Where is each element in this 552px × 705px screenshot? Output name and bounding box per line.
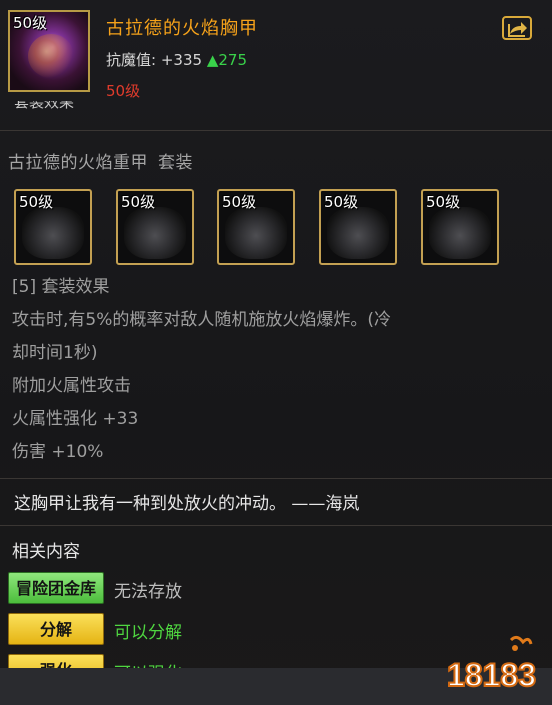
stat-value: +335 (160, 51, 203, 69)
boots-icon (429, 207, 491, 259)
item-tooltip: 50级 古拉德的火焰胸甲 抗魔值: +335 ▲275 50级 套装效果 古拉德… (0, 0, 552, 705)
stat-up-value: 275 (218, 51, 248, 69)
set-title: 古拉德的火焰重甲 套装 (8, 148, 193, 173)
disassemble-status: 可以分解 (114, 623, 182, 643)
partial-set-title: 套装效果 (14, 101, 75, 111)
item-icon[interactable]: 50级 (8, 10, 90, 92)
set-suffix: 套装 (158, 153, 193, 173)
vault-tag: 冒险团金库 (8, 572, 104, 604)
vault-status: 无法存放 (114, 582, 182, 602)
stat-label: 抗魔值: (106, 51, 157, 69)
set-effect-line: 伤害 +10% (12, 442, 104, 462)
export-button[interactable] (502, 16, 532, 40)
divider (0, 130, 552, 131)
set-piece-level: 50级 (222, 193, 257, 211)
set-piece-level: 50级 (19, 193, 54, 211)
divider (0, 525, 552, 526)
set-piece-level: 50级 (121, 193, 156, 211)
set-effect-line: 却时间1秒) (12, 343, 98, 363)
helmet-icon (22, 207, 84, 259)
set-effect-line: 火属性强化 +33 (12, 409, 139, 429)
related-title: 相关内容 (12, 542, 80, 562)
belt-icon (327, 207, 389, 259)
set-name: 古拉德的火焰重甲 (8, 153, 148, 173)
set-effect-line: 附加火属性攻击 (12, 376, 131, 396)
share-arrow-icon (508, 22, 527, 37)
set-piece-boots[interactable]: 50级 (421, 189, 499, 265)
up-arrow-icon: ▲ (206, 51, 219, 69)
set-piece-level: 50级 (324, 193, 359, 211)
stat-line: 抗魔值: +335 ▲275 (106, 49, 247, 70)
armor-icon (124, 207, 186, 259)
watermark-text: 18183 (447, 657, 536, 693)
required-level: 50级 (106, 82, 141, 100)
item-name: 古拉德的火焰胸甲 (106, 18, 258, 39)
site-logo: 18183 (446, 635, 537, 694)
gauntlet-icon (225, 207, 287, 259)
set-effect-line: 攻击时,有5%的概率对敌人随机施放火焰爆炸。(冷 (12, 310, 392, 330)
divider (0, 478, 552, 479)
set-effects: [5] 套装效果 攻击时,有5%的概率对敌人随机施放火焰爆炸。(冷 却时间1秒)… (12, 271, 532, 469)
flavor-text: 这胸甲让我有一种到处放火的冲动。 ——海岚 (14, 494, 360, 514)
disassemble-tag: 分解 (8, 613, 104, 645)
set-piece-level: 50级 (426, 193, 461, 211)
set-piece-gauntlet[interactable]: 50级 (217, 189, 295, 265)
set-piece-armor[interactable]: 50级 (116, 189, 194, 265)
set-piece-belt[interactable]: 50级 (319, 189, 397, 265)
set-effect-line: [5] 套装效果 (12, 277, 110, 297)
set-piece-helmet[interactable]: 50级 (14, 189, 92, 265)
item-level-badge: 50级 (13, 14, 48, 32)
